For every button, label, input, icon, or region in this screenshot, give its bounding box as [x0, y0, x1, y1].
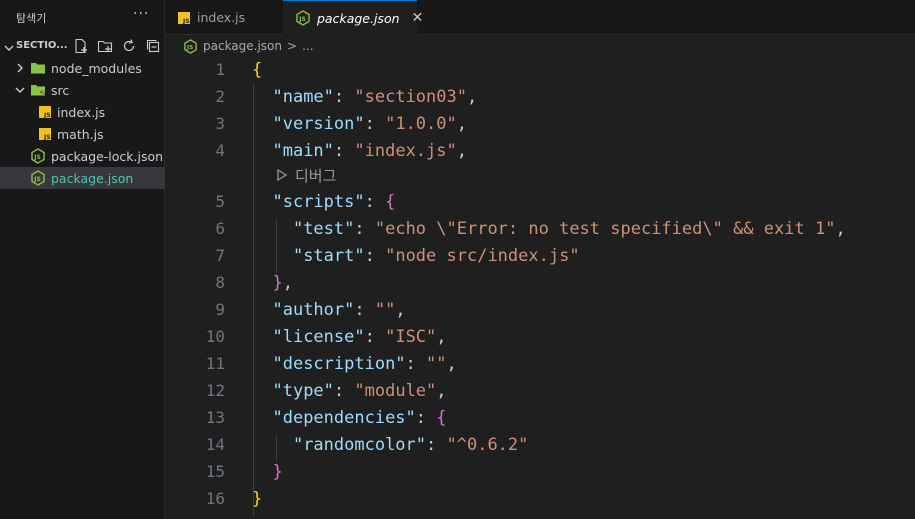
tab-label: package.json: [317, 10, 400, 26]
code-line: 16 }: [165, 486, 915, 513]
breadcrumb: JS package.json > ...: [165, 35, 915, 57]
code-line: 9 "author": "",: [165, 297, 915, 324]
code-line: 4 "main": "index.js",: [165, 138, 915, 165]
svg-text:JS: JS: [182, 18, 190, 25]
code-line: 12 "type": "module",: [165, 378, 915, 405]
svg-text:JS: JS: [298, 16, 306, 23]
tab-label: index.js: [197, 10, 246, 25]
code-editor[interactable]: 1 { 2 "name": "section03", 3 "version": …: [165, 57, 915, 519]
code-line: 14 "randomcolor": "^0.6.2": [165, 432, 915, 459]
line-number: 2: [215, 87, 225, 106]
js-file-icon: JS: [38, 105, 52, 119]
code-line: 10 "license": "ISC",: [165, 324, 915, 351]
line-number: 4: [215, 141, 225, 160]
breadcrumb-symbols[interactable]: ...: [302, 39, 313, 53]
svg-text:JS: JS: [33, 176, 41, 183]
code-line: 7 "start": "node src/index.js": [165, 243, 915, 270]
workspace-section-label: SECTIO...: [16, 40, 68, 51]
src-folder-icon: </>: [30, 83, 46, 97]
tree-item-label: package.json: [51, 170, 134, 186]
json-file-icon: JS: [30, 148, 46, 164]
chevron-down-icon: [14, 84, 26, 96]
line-number: 12: [205, 381, 225, 400]
tree-item-node-modules[interactable]: node_modules: [0, 57, 165, 79]
close-tab-button[interactable]: ✕: [412, 10, 424, 26]
tab-index-js[interactable]: JS index.js: [165, 0, 283, 35]
code-line: 1 {: [165, 57, 915, 84]
editor-tab-bar: JS index.js JS package.json ✕: [165, 0, 915, 35]
js-file-icon: JS: [38, 127, 52, 141]
chevron-right-icon: [14, 62, 26, 74]
tree-item-package-lock-json[interactable]: JS package-lock.json: [0, 145, 165, 167]
tree-item-label: src: [51, 82, 70, 98]
code-line: 13 "dependencies": {: [165, 405, 915, 432]
line-number: 9: [215, 300, 225, 319]
tree-item-src[interactable]: </> src: [0, 79, 165, 101]
line-number: 7: [215, 246, 225, 265]
code-line: 3 "version": "1.0.0",: [165, 111, 915, 138]
new-folder-icon[interactable]: [96, 37, 114, 55]
code-line: 8 },: [165, 270, 915, 297]
explorer-title: 탐색기: [16, 12, 47, 25]
tab-package-json[interactable]: JS package.json ✕: [283, 0, 423, 35]
explorer-actions: [72, 37, 162, 55]
tree-item-index-js[interactable]: JS index.js: [0, 101, 165, 123]
code-line: 5 "scripts": {: [165, 189, 915, 216]
line-number: 15: [205, 462, 225, 481]
line-number: 3: [215, 114, 225, 133]
line-number: 11: [205, 354, 225, 373]
tree-item-math-js[interactable]: JS math.js: [0, 123, 165, 145]
line-number: 10: [205, 327, 225, 346]
debug-codelens[interactable]: 디버그: [275, 164, 336, 186]
tree-item-label: index.js: [57, 104, 106, 120]
json-file-icon: JS: [183, 38, 198, 54]
workspace-section-header[interactable]: SECTIO...: [0, 35, 165, 57]
line-number: 5: [215, 192, 225, 211]
line-number: 16: [205, 489, 225, 508]
explorer-header: 탐색기 ···: [0, 0, 165, 35]
code-line: 15 }: [165, 459, 915, 486]
js-file-icon: JS: [177, 11, 191, 25]
svg-text:JS: JS: [43, 112, 51, 119]
code-line: 11 "description": "",: [165, 351, 915, 378]
new-file-icon[interactable]: [72, 37, 90, 55]
folder-icon: [30, 61, 46, 75]
collapse-all-icon[interactable]: [144, 37, 162, 55]
line-number: 6: [215, 219, 225, 238]
tree-item-label: package-lock.json: [51, 148, 164, 164]
debug-label: 디버그: [295, 167, 337, 185]
line-number: 1: [215, 60, 225, 79]
tree-item-label: math.js: [57, 126, 104, 142]
svg-text:JS: JS: [186, 45, 193, 51]
breadcrumb-separator: >: [287, 39, 298, 53]
svg-text:JS: JS: [43, 134, 51, 141]
more-actions-button[interactable]: ···: [133, 6, 149, 22]
line-number: 8: [215, 273, 225, 292]
json-file-icon: JS: [30, 170, 46, 186]
code-line: 6 "test": "echo \"Error: no test specifi…: [165, 216, 915, 243]
svg-text:JS: JS: [33, 154, 41, 161]
refresh-icon[interactable]: [120, 37, 138, 55]
explorer-sidebar: 탐색기 ··· SECTIO... node_modules < src JS …: [0, 0, 165, 519]
tree-item-package-json[interactable]: JS package.json: [0, 167, 165, 189]
breadcrumb-file[interactable]: package.json: [203, 39, 282, 53]
svg-text:</>: </>: [39, 89, 46, 96]
line-number: 13: [205, 408, 225, 427]
chevron-down-icon: [3, 39, 15, 58]
json-file-icon: JS: [295, 10, 311, 26]
tree-item-label: node_modules: [51, 60, 142, 76]
code-line: 2 "name": "section03",: [165, 84, 915, 111]
line-number: 14: [205, 435, 225, 454]
play-icon: [275, 168, 289, 182]
